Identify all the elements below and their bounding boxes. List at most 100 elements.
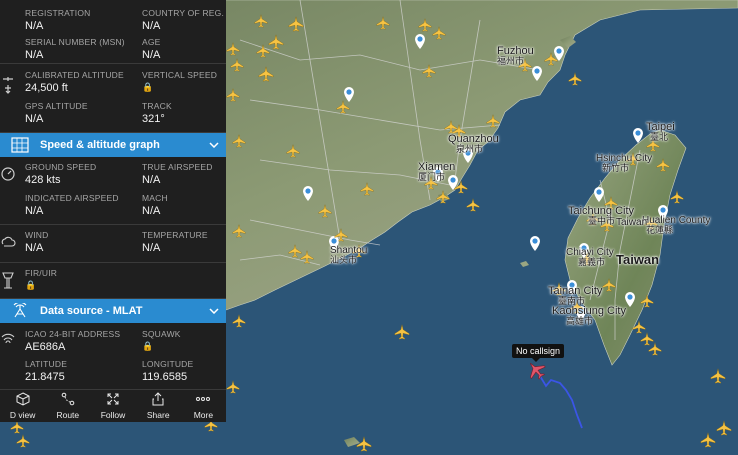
- fir-field: FIR/UIR 🔒: [25, 268, 57, 291]
- map-label-taipei: Taipei 臺北: [646, 121, 675, 142]
- speed-section: GROUND SPEED 428 kts TRUE AIRSPEED N/A I…: [0, 157, 226, 225]
- map-label-hualien: Hualien County 花蓮縣: [642, 215, 711, 235]
- temperature-value: N/A: [142, 242, 161, 254]
- tower-icon: [0, 269, 16, 291]
- longitude-label: LONGITUDE: [142, 359, 194, 369]
- data-source-title: Data source - MLAT: [40, 305, 143, 317]
- ground-speed-field: GROUND SPEED 428 kts: [25, 162, 96, 186]
- indicated-airspeed-value: N/A: [25, 205, 44, 217]
- longitude-value: 119.6585: [142, 371, 188, 383]
- route-icon: [61, 392, 75, 409]
- map-label-taiwan-county: Taiwan: [616, 217, 648, 228]
- indicated-airspeed-field: INDICATED AIRSPEED N/A: [25, 193, 119, 217]
- lock-icon[interactable]: 🔒: [25, 280, 57, 291]
- share-icon: [151, 392, 165, 409]
- true-airspeed-value: N/A: [142, 174, 161, 186]
- bottom-toolbar: D view Route Follow Share More: [0, 389, 226, 422]
- track-label: TRACK: [142, 101, 172, 111]
- data-source-section: ICAO 24-BIT ADDRESS AE686A SQUAWK 🔒 LATI…: [0, 323, 226, 389]
- calibrated-altitude-value: 24,500 ft: [25, 82, 68, 94]
- icao-label: ICAO 24-BIT ADDRESS: [25, 329, 121, 339]
- follow-icon: [106, 392, 120, 409]
- fir-section: FIR/UIR 🔒: [0, 263, 226, 299]
- mach-field: MACH N/A: [142, 193, 168, 217]
- latitude-label: LATITUDE: [25, 359, 68, 369]
- more-icon: [195, 392, 211, 409]
- weather-section: WIND N/A TEMPERATURE N/A: [0, 225, 226, 263]
- track-value: 321°: [142, 113, 165, 125]
- speedometer-icon: [0, 163, 16, 185]
- registration-label: REGISTRATION: [25, 8, 91, 18]
- map-label-taiwan: Taiwan: [616, 252, 660, 267]
- squawk-label: SQUAWK: [142, 329, 181, 339]
- calibrated-altitude-label: CALIBRATED ALTITUDE: [25, 70, 124, 80]
- graph-icon: [0, 137, 40, 153]
- age-field: AGE N/A: [142, 37, 161, 61]
- follow-button[interactable]: Follow: [90, 390, 135, 422]
- serial-value: N/A: [25, 49, 44, 61]
- more-label: More: [193, 410, 214, 420]
- map-label-shantou: Shantou 汕头市: [330, 245, 368, 265]
- country-field: COUNTRY OF REG. N/A: [142, 8, 224, 32]
- mach-value: N/A: [142, 205, 161, 217]
- fir-label: FIR/UIR: [25, 268, 58, 278]
- map-label-fuzhou: Fuzhou 福州市: [497, 45, 534, 66]
- data-source-header[interactable]: Data source - MLAT: [0, 299, 226, 323]
- serial-field: SERIAL NUMBER (MSN) N/A: [25, 37, 125, 61]
- more-button[interactable]: More: [181, 390, 226, 422]
- gps-altitude-label: GPS ALTITUDE: [25, 101, 88, 111]
- share-button[interactable]: Share: [136, 390, 181, 422]
- longitude-field: LONGITUDE 119.6585: [142, 359, 193, 383]
- gps-altitude-field: GPS ALTITUDE N/A: [25, 101, 88, 125]
- wind-icon: [0, 231, 16, 253]
- track-field: TRACK 321°: [142, 101, 172, 125]
- lock-icon[interactable]: 🔒: [142, 341, 181, 352]
- route-button[interactable]: Route: [45, 390, 90, 422]
- serial-label: SERIAL NUMBER (MSN): [25, 37, 125, 47]
- age-value: N/A: [142, 49, 161, 61]
- icao-value: AE686A: [25, 341, 66, 353]
- registration-field: REGISTRATION N/A: [25, 8, 91, 32]
- chevron-down-icon[interactable]: [202, 140, 226, 151]
- radar-icon: [0, 329, 16, 351]
- latitude-field: LATITUDE 21.8475: [25, 359, 67, 383]
- follow-label: Follow: [100, 410, 126, 420]
- map-label-tainan: Tainan City 臺南市: [548, 285, 603, 306]
- 3d-view-label: D view: [9, 410, 36, 420]
- speed-graph-title: Speed & altitude graph: [40, 139, 160, 151]
- squawk-field: SQUAWK 🔒: [142, 329, 181, 352]
- vertical-speed-label: VERTICAL SPEED: [142, 70, 218, 80]
- wind-label: WIND: [25, 230, 49, 240]
- speed-graph-header[interactable]: Speed & altitude graph: [0, 133, 226, 157]
- share-label: Share: [146, 410, 170, 420]
- chevron-down-icon[interactable]: [202, 306, 226, 317]
- 3d-view-button[interactable]: D view: [0, 390, 45, 422]
- callsign-tooltip: No callsign: [512, 344, 565, 362]
- country-value: N/A: [142, 20, 161, 32]
- mach-label: MACH: [142, 193, 168, 203]
- true-airspeed-label: TRUE AIRSPEED: [142, 162, 213, 172]
- map-label-hsinchu: Hsinchu City 新竹市: [596, 153, 653, 173]
- cube-icon: [16, 392, 30, 409]
- calibrated-altitude-field: CALIBRATED ALTITUDE 24,500 ft: [25, 70, 124, 94]
- icao-field: ICAO 24-BIT ADDRESS AE686A: [25, 329, 120, 353]
- latitude-value: 21.8475: [25, 371, 65, 383]
- ground-speed-label: GROUND SPEED: [25, 162, 97, 172]
- map-label-kaohsiung: Kaohsiung City 高雄市: [552, 305, 626, 326]
- map-label-quanzhou: Quanzhou 泉州市: [448, 133, 499, 154]
- age-label: AGE: [142, 37, 161, 47]
- temperature-field: TEMPERATURE N/A: [142, 230, 208, 254]
- route-label: Route: [56, 410, 80, 420]
- lock-icon[interactable]: 🔒: [142, 82, 217, 93]
- ground-speed-value: 428 kts: [25, 174, 61, 186]
- aircraft-info-section: REGISTRATION N/A COUNTRY OF REG. N/A SER…: [0, 0, 226, 64]
- country-label: COUNTRY OF REG.: [142, 8, 225, 18]
- gps-altitude-value: N/A: [25, 113, 44, 125]
- map-label-xiamen: Xiamen 厦门市: [418, 161, 456, 182]
- wind-field: WIND N/A: [25, 230, 48, 254]
- altitude-icon: [0, 70, 16, 100]
- wind-value: N/A: [25, 242, 44, 254]
- altitude-section: CALIBRATED ALTITUDE 24,500 ft VERTICAL S…: [0, 64, 226, 133]
- temperature-label: TEMPERATURE: [142, 230, 208, 240]
- vertical-speed-field: VERTICAL SPEED 🔒: [142, 70, 217, 93]
